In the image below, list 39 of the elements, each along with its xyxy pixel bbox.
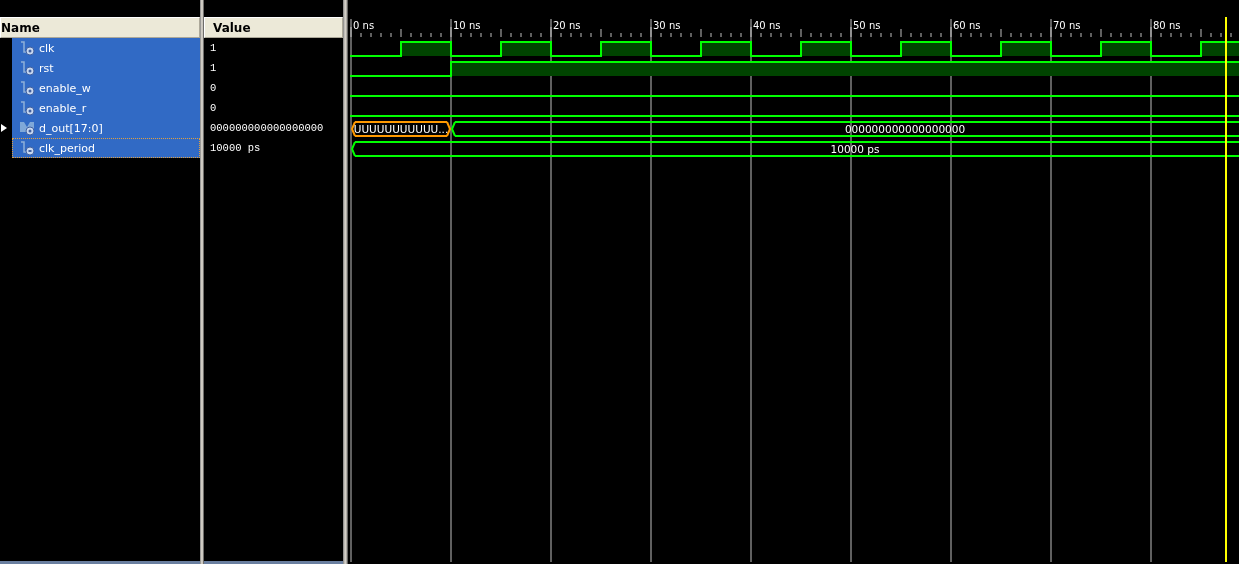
- time-label: 60 ns: [953, 20, 981, 31]
- signal-name-row[interactable]: clk: [12, 38, 200, 58]
- time-label: 20 ns: [553, 20, 581, 31]
- signal-name-row[interactable]: enable_w: [12, 78, 200, 98]
- signal-name: rst: [39, 61, 54, 75]
- signal-value: 0: [209, 82, 217, 94]
- signal-icon: [19, 100, 35, 116]
- time-label: 70 ns: [1053, 20, 1081, 31]
- signal-icon: [19, 40, 35, 56]
- expand-arrow-icon[interactable]: [1, 124, 7, 132]
- bus-value: 10000 ps: [830, 143, 880, 155]
- signal-icon: [19, 80, 35, 96]
- signal-name-row[interactable]: rst: [12, 58, 200, 78]
- time-label: 30 ns: [653, 20, 681, 31]
- signal-name-row[interactable]: d_out[17:0]: [12, 118, 200, 138]
- time-label: 50 ns: [853, 20, 881, 31]
- bus-value: 000000000000000000: [844, 123, 966, 135]
- value-column-header[interactable]: Value: [204, 17, 343, 38]
- signal-icon: [19, 60, 35, 76]
- bus-value: UUUUUUUUUUU...: [353, 123, 449, 135]
- time-label: 10 ns: [453, 20, 481, 31]
- signal-value: 1: [209, 42, 217, 54]
- constant-signal-icon: [19, 140, 35, 156]
- time-label: 80 ns: [1153, 20, 1181, 31]
- signal-name-row[interactable]: enable_r: [12, 98, 200, 118]
- signal-name: enable_r: [39, 101, 87, 115]
- signal-name: d_out[17:0]: [39, 121, 103, 135]
- signal-value: 000000000000000000: [209, 122, 324, 134]
- bus-signal-icon: [19, 120, 35, 136]
- name-column-header[interactable]: Name: [0, 17, 200, 38]
- signal-value: 10000 ps: [209, 142, 261, 154]
- time-label: 0 ns: [353, 20, 375, 31]
- signal-name: clk: [39, 41, 55, 55]
- signal-name-row[interactable]: clk_period: [12, 138, 200, 158]
- signal-value: 1: [209, 62, 217, 74]
- signal-name: clk_period: [39, 141, 95, 155]
- signal-name: enable_w: [39, 81, 91, 95]
- signal-value: 0: [209, 102, 217, 114]
- time-label: 40 ns: [753, 20, 781, 31]
